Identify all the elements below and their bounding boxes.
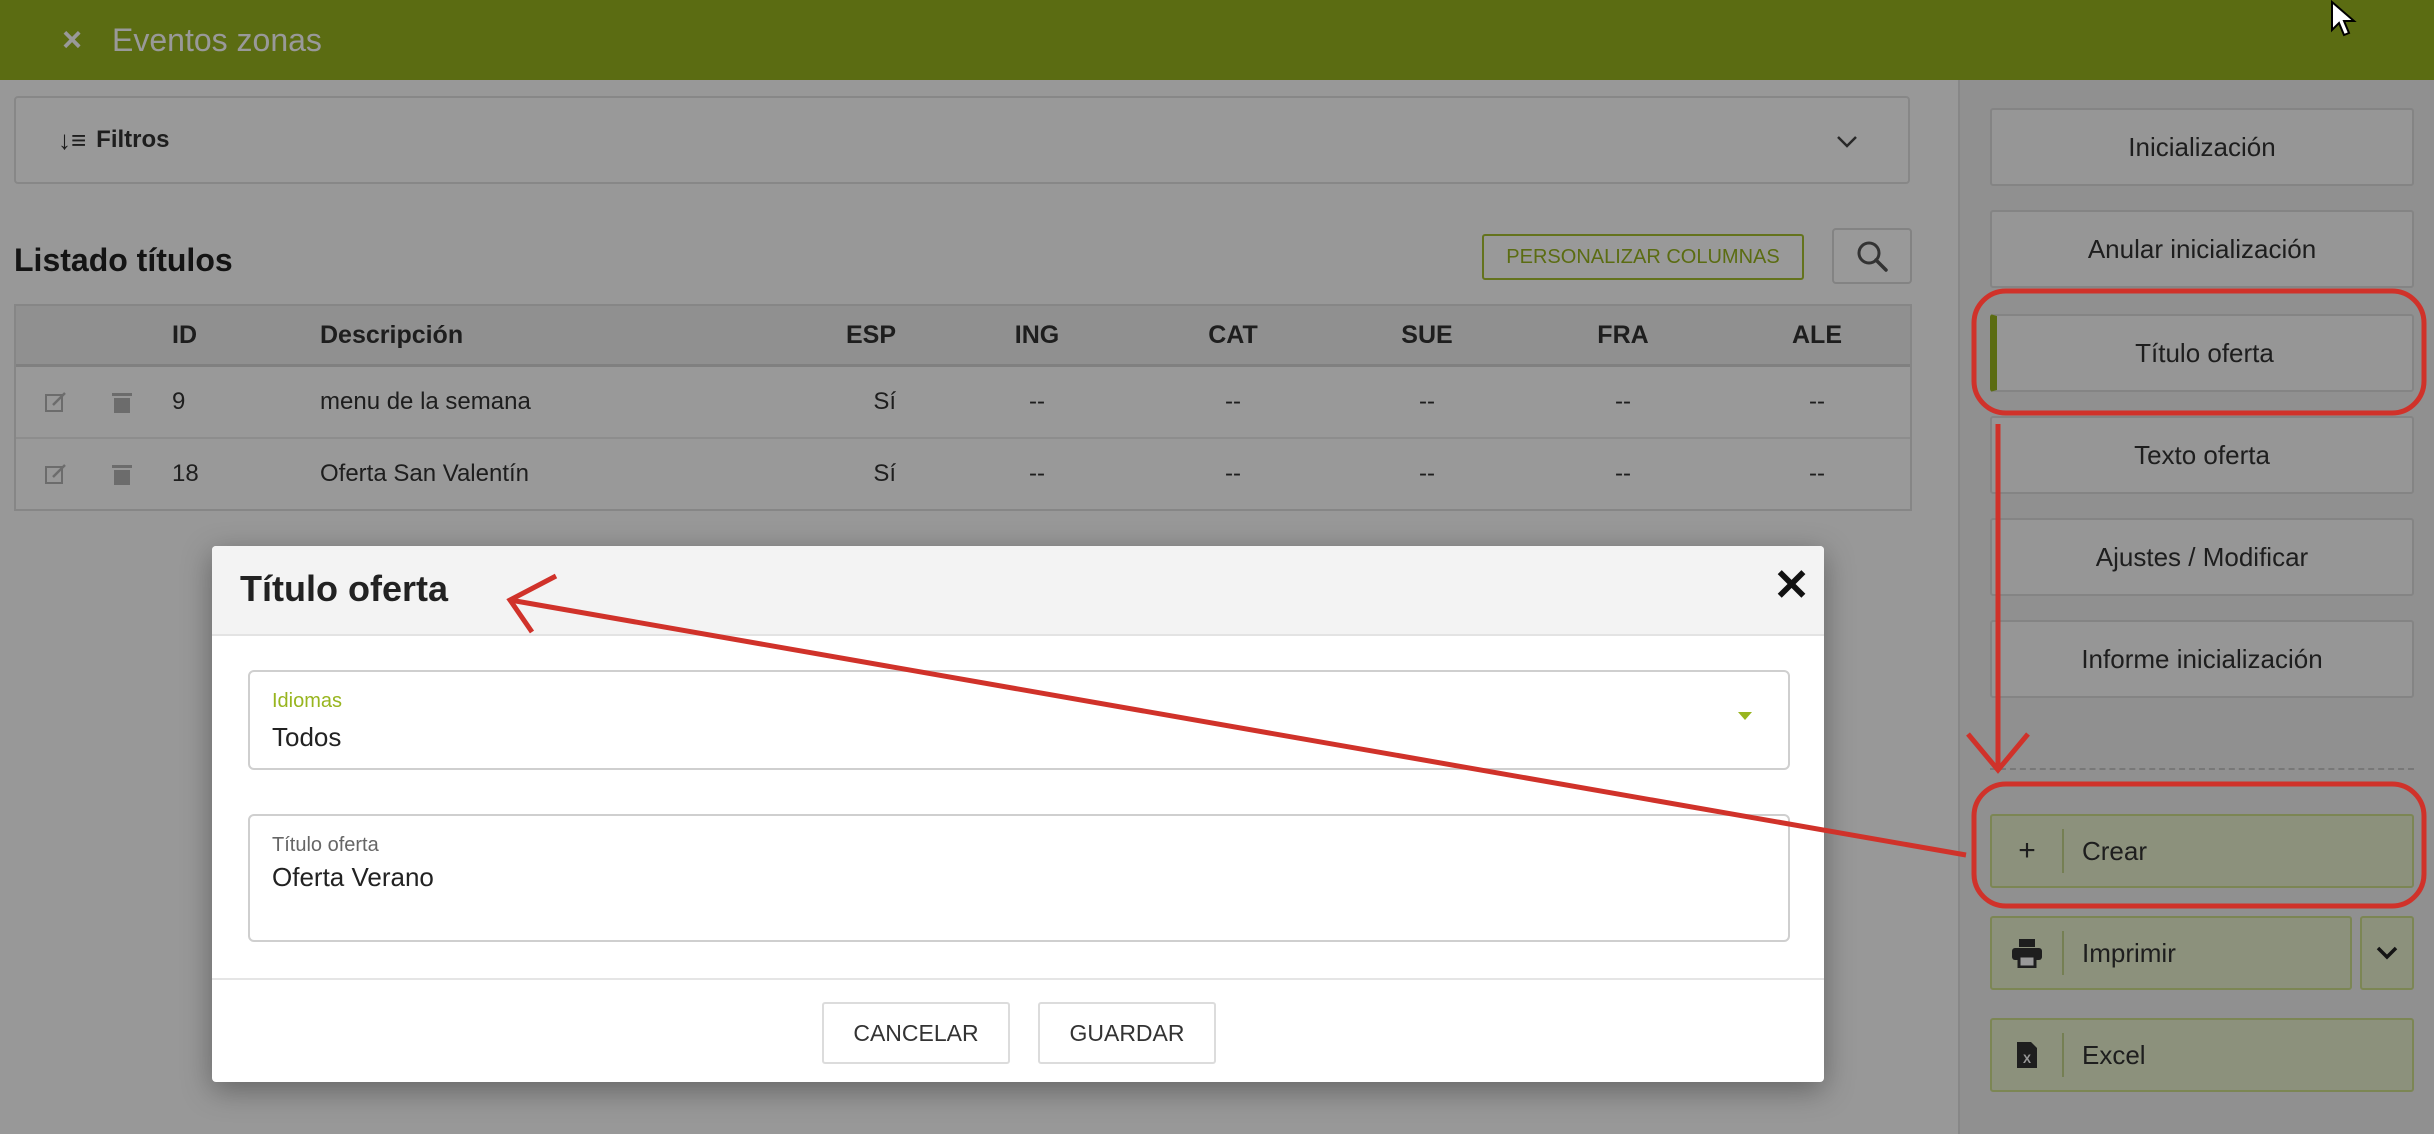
close-icon[interactable]: ✕ [1773,564,1810,608]
offer-title-field[interactable]: Título oferta Oferta Verano [248,814,1790,942]
language-select-label: Idiomas [272,690,343,712]
dialog-header: Título oferta ✕ [212,546,1824,636]
mouse-cursor-icon [2331,0,2357,37]
dialog-title: Título oferta [240,568,448,609]
save-button[interactable]: GUARDAR [1038,1002,1216,1064]
offer-title-dialog: Título oferta ✕ Idiomas Todos Título ofe… [212,546,1824,1082]
dialog-footer: CANCELAR GUARDAR [212,978,1824,1084]
offer-title-field-label: Título oferta [272,834,379,856]
cancel-button[interactable]: CANCELAR [822,1002,1010,1064]
offer-title-field-value[interactable]: Oferta Verano [272,862,434,893]
caret-down-icon [1738,712,1752,720]
language-select[interactable]: Idiomas Todos [248,670,1790,770]
language-select-value: Todos [272,722,342,752]
